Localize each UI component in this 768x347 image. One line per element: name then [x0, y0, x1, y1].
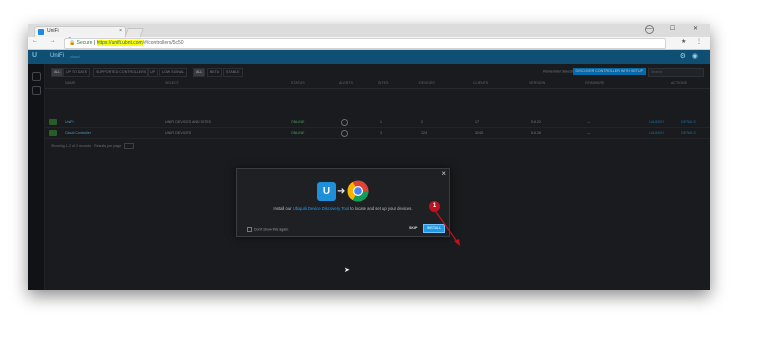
window-controls[interactable]: — ☐ ✕ — [646, 25, 706, 32]
arrow-right-icon: ➜ — [337, 186, 346, 197]
browser-menu-icons[interactable]: ★ ⋮ — [681, 38, 706, 45]
tab-title: UniFi — [47, 28, 59, 34]
secure-label: Secure — [76, 40, 93, 46]
url-path: /#/controllers/5c50 — [142, 40, 184, 46]
chrome-logo-icon — [347, 180, 369, 202]
close-icon[interactable]: × — [441, 169, 446, 178]
app-subtitle: cloud — [70, 54, 80, 59]
checkbox-icon[interactable] — [247, 227, 252, 232]
install-button[interactable]: INSTALL — [423, 224, 445, 233]
tab-close-icon[interactable]: × — [119, 28, 122, 34]
skip-button[interactable]: SKIP — [409, 226, 417, 230]
discovery-tool-link[interactable]: Ubiquiti Device Discovery Tool — [293, 206, 349, 211]
url-field[interactable]: 🔒 Secure | https://unifi.ubnt.com/#/cont… — [64, 38, 666, 49]
browser-window: UniFi × — ☐ ✕ ← → C 🔒 Secure | https://u… — [28, 24, 710, 290]
unifi-favicon-icon — [38, 29, 44, 35]
discovery-tool-modal: × U ➜ Install our Ubiquiti Device Discov… — [236, 168, 450, 237]
mouse-cursor-icon: ➤ — [344, 267, 350, 274]
address-bar: ← → C 🔒 Secure | https://unifi.ubnt.com/… — [28, 37, 710, 50]
dont-show-checkbox[interactable]: Don't show this again. — [247, 227, 289, 232]
step-badge: 1 — [429, 201, 440, 212]
app-header: U UniFi cloud ⚙◉ — [28, 50, 710, 64]
app-name: UniFi — [50, 53, 65, 59]
header-icons[interactable]: ⚙◉ — [680, 52, 704, 60]
logo-group: U ➜ — [317, 180, 373, 202]
url-highlight: https://unifi.ubnt.com — [96, 40, 143, 46]
lock-icon: 🔒 — [69, 40, 76, 46]
ubiquiti-logo-icon[interactable]: U — [32, 52, 37, 59]
ubiquiti-logo-icon: U — [317, 182, 336, 201]
modal-message: Install our Ubiquiti Device Discovery To… — [273, 206, 413, 211]
tab-bar: UniFi × — ☐ ✕ — [28, 24, 710, 38]
